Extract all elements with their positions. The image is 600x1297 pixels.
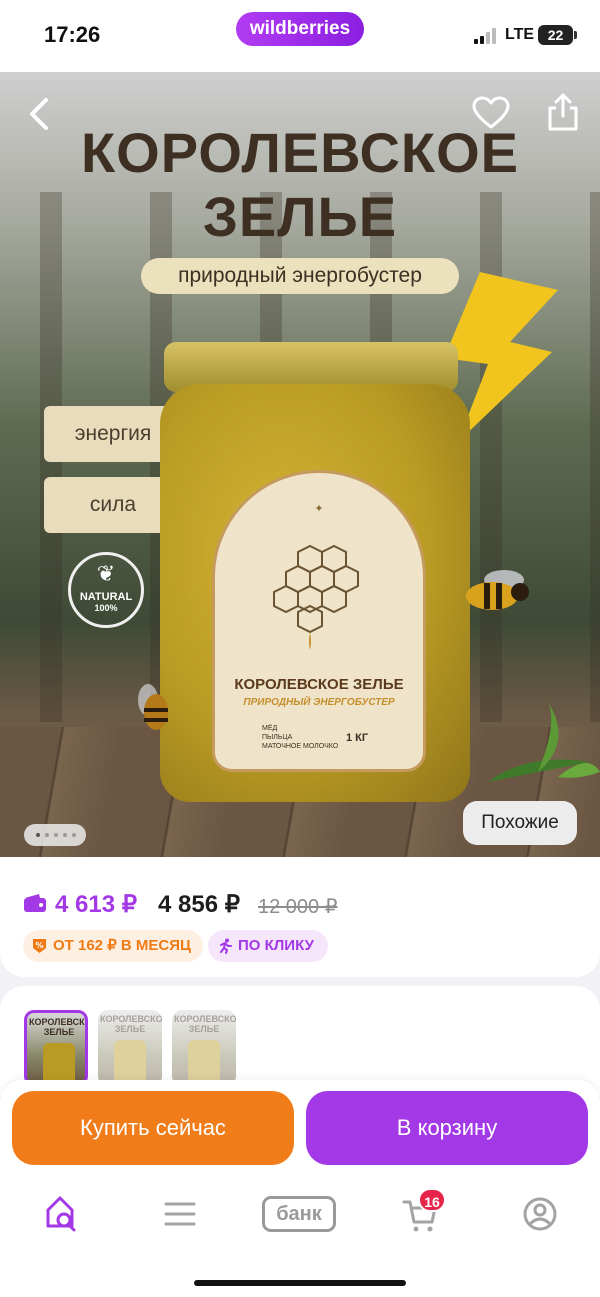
share-icon[interactable] xyxy=(546,92,580,132)
wallet-price: 4 613 ₽ xyxy=(55,891,137,918)
product-image[interactable]: КОРОЛЕВСКОЕ ЗЕЛЬЕ природный энергобустер… xyxy=(0,72,600,857)
hero-title-line1: КОРОЛЕВСКОЕ xyxy=(81,121,519,184)
ingredient: ПЫЛЬЦА xyxy=(262,734,293,741)
home-indicator xyxy=(194,1280,406,1286)
bee-icon xyxy=(466,570,529,610)
natural-badge-percent: 100% xyxy=(94,603,118,613)
jar-label-ingredients: МЁД ПЫЛЬЦА МАТОЧНОЕ МОЛОЧКО xyxy=(262,724,338,751)
battery-icon: 22 xyxy=(538,25,573,45)
buy-now-button[interactable]: Купить сейчас xyxy=(12,1091,294,1165)
similar-button[interactable]: Похожие xyxy=(463,801,577,845)
svg-text:%: % xyxy=(35,941,43,950)
gallery-dot xyxy=(45,833,49,837)
profile-icon[interactable] xyxy=(520,1192,560,1236)
gallery-dot xyxy=(63,833,67,837)
jar-label-weight: 1 КГ xyxy=(346,732,369,744)
signal-icon xyxy=(474,28,500,44)
status-time: 17:26 xyxy=(44,22,101,47)
installment-icon: % xyxy=(33,939,46,953)
brand-pill[interactable]: wildberries xyxy=(236,12,364,46)
thumbnail[interactable]: КОРОЛЕВСКОЕ ЗЕЛЬЕ xyxy=(24,1010,88,1086)
thumbnail[interactable]: КОРОЛЕВСКОЕ ЗЕЛЬЕ xyxy=(172,1010,236,1086)
add-to-cart-button[interactable]: В корзину xyxy=(306,1091,588,1165)
jar-label-title: КОРОЛЕВСКОЕ ЗЕЛЬЕ xyxy=(234,676,404,693)
running-icon xyxy=(220,938,232,954)
leaves-decoration xyxy=(488,702,600,782)
network-label: LTE xyxy=(505,26,535,43)
installment-chip[interactable]: % ОТ 162 ₽ В МЕСЯЦ xyxy=(23,930,203,962)
home-search-icon[interactable] xyxy=(42,1192,82,1236)
ingredient: МЁД xyxy=(262,725,278,732)
quick-buy-label: ПО КЛИКУ xyxy=(238,937,314,954)
hero-title-line2: ЗЕЛЬЕ xyxy=(202,185,398,248)
thumbnail-title: КОРОЛЕВСКОЕ ЗЕЛЬЕ xyxy=(29,1017,85,1037)
product-page: 17:26 wildberries LTE 22 КОРОЛЕВСКОЕ ЗЕЛ… xyxy=(0,0,600,1297)
regular-price: 4 856 ₽ xyxy=(158,891,240,918)
catalog-menu-icon[interactable] xyxy=(162,1192,198,1236)
hero-subtitle: природный энергобустер xyxy=(141,258,459,294)
bank-tab[interactable]: банк xyxy=(262,1196,336,1232)
thumbnail[interactable]: КОРОЛЕВСКОЕ ЗЕЛЬЕ xyxy=(98,1010,162,1086)
ingredient: МАТОЧНОЕ МОЛОЧКО xyxy=(262,743,339,750)
jar-label-subtitle: ПРИРОДНЫЙ ЭНЕРГОБУСТЕР xyxy=(243,697,395,708)
back-arrow-icon[interactable] xyxy=(24,96,54,132)
thumbnail-title: КОРОЛЕВСКОЕ ЗЕЛЬЕ xyxy=(174,1014,236,1034)
natural-badge: ❦ NATURAL 100% xyxy=(68,552,144,628)
natural-badge-label: NATURAL xyxy=(79,591,133,603)
old-price: 12 000 ₽ xyxy=(258,896,338,918)
installment-label: ОТ 162 ₽ В МЕСЯЦ xyxy=(53,937,191,954)
battery-tip xyxy=(574,31,577,39)
gallery-dot xyxy=(54,833,58,837)
gallery-dot xyxy=(72,833,76,837)
leaf-icon: ❦ xyxy=(96,561,116,586)
bee-emblem-icon: ✦ xyxy=(314,503,324,515)
heart-icon[interactable] xyxy=(472,96,510,130)
wallet-icon xyxy=(24,894,46,912)
quick-buy-chip[interactable]: ПО КЛИКУ xyxy=(208,930,328,962)
thumbnail-title: КОРОЛЕВСКОЕ ЗЕЛЬЕ xyxy=(100,1014,162,1034)
gallery-dot xyxy=(36,833,40,837)
honeycomb-icon xyxy=(273,544,359,650)
gallery-dots xyxy=(24,824,86,846)
cart-count-badge: 16 xyxy=(418,1188,446,1212)
bee-icon xyxy=(138,684,168,730)
status-bar: 17:26 wildberries LTE 22 xyxy=(0,0,600,72)
